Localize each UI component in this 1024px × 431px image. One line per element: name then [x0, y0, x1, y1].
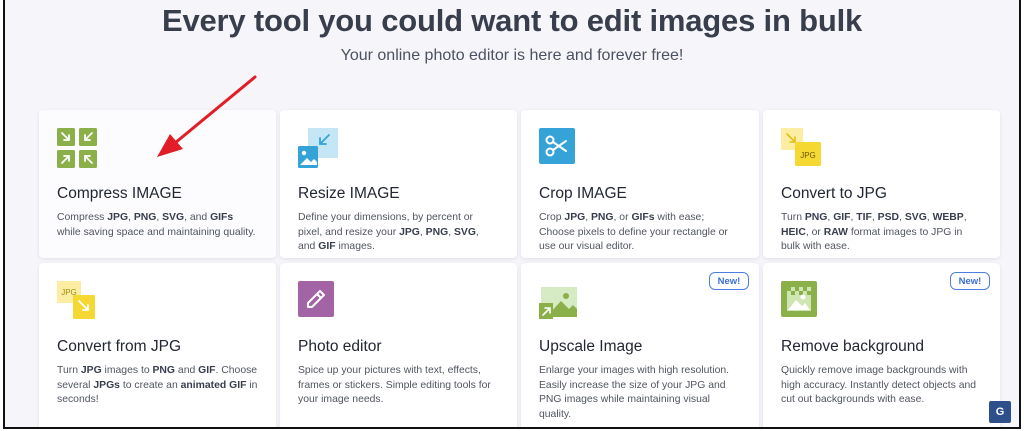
desc-text: Quickly remove image backgrounds with hi… — [781, 365, 977, 405]
card-title: Convert from JPG — [57, 338, 182, 355]
card-description: Quickly remove image backgrounds with hi… — [781, 364, 982, 408]
desc-text: Turn — [57, 365, 81, 376]
format-keyword: PSD — [877, 212, 900, 223]
new-badge: New! — [709, 272, 749, 290]
card-description: Define your dimensions, by percent or pi… — [298, 211, 499, 255]
desc-text: , and — [184, 212, 211, 223]
watermark-logo: G — [989, 401, 1011, 423]
desc-text: images to — [101, 365, 153, 376]
tool-card-remove-background[interactable]: New! Remove background Quickly remove im… — [763, 263, 1000, 427]
format-keyword: GIF — [198, 365, 216, 376]
format-keyword: PNG — [133, 212, 157, 223]
card-description: Turn JPG images to PNG and GIF. Choose s… — [57, 364, 258, 408]
format-keyword: JPG — [80, 365, 102, 376]
remove-background-icon — [781, 281, 817, 317]
format-keyword: TIF — [856, 212, 872, 223]
card-description: Crop JPG, PNG, or GIFs with ease; Choose… — [539, 211, 741, 255]
format-keyword: animated GIF — [180, 379, 247, 391]
tool-card-convert-to-jpg[interactable]: JPG Convert to JPG Turn PNG, GIF, TIF, P… — [763, 110, 1000, 258]
card-title: Remove background — [781, 338, 925, 355]
new-badge: New! — [950, 272, 990, 290]
format-keyword: JPG — [564, 212, 586, 223]
card-description: Spice up your pictures with text, effect… — [298, 364, 499, 408]
format-keyword: RAW — [823, 226, 848, 238]
format-keyword: PNG — [804, 212, 828, 223]
desc-text: Enlarge your images with high resolution… — [539, 365, 730, 420]
desc-text: Crop — [539, 212, 565, 223]
desc-text: , — [963, 212, 967, 223]
desc-text: while saving space and maintaining quali… — [57, 226, 256, 238]
desc-text: to create an — [119, 379, 181, 391]
pencil-icon — [298, 281, 334, 317]
tool-card-convert-from-jpg[interactable]: JPG Convert from JPG Turn JPG images to … — [39, 263, 276, 427]
page-subtitle: Your online photo editor is here and for… — [340, 47, 684, 64]
card-description: Turn PNG, GIF, TIF, PSD, SVG, WEBP, HEIC… — [781, 211, 982, 255]
desc-text: images. — [335, 241, 375, 252]
desc-text: , or — [805, 226, 824, 238]
card-title: Resize IMAGE — [298, 185, 400, 202]
format-keyword: HEIC — [781, 226, 806, 238]
format-keyword: GIFs — [210, 212, 234, 223]
card-description: Compress JPG, PNG, SVG, and GIFs while s… — [57, 211, 258, 240]
format-keyword: GIFs — [631, 212, 655, 223]
card-title: Upscale Image — [539, 338, 643, 355]
desc-text: , or — [613, 212, 632, 223]
format-keyword: GIF — [833, 212, 851, 223]
svg-text:JPG: JPG — [800, 151, 816, 160]
desc-text: Turn — [781, 212, 805, 223]
tool-card-upscale[interactable]: New! Upscale Image Enlarge your images w… — [521, 263, 759, 427]
format-keyword: WEBP — [932, 212, 964, 223]
page-title: Every tool you could want to edit images… — [161, 3, 863, 38]
desc-text: Spice up your pictures with text, effect… — [298, 365, 491, 405]
resize-icon — [298, 128, 338, 168]
format-keyword: SVG — [904, 212, 927, 223]
format-keyword: PNG — [152, 365, 176, 376]
desc-text: Compress — [57, 212, 108, 223]
desc-text: and — [175, 365, 199, 376]
format-keyword: SVG — [453, 226, 476, 238]
format-keyword: JPG — [399, 226, 420, 238]
page-frame: Every tool you could want to edit images… — [3, 0, 1021, 429]
compress-icon — [57, 128, 97, 168]
format-keyword: JPG — [107, 212, 129, 223]
annotation-arrow — [157, 75, 257, 157]
card-title: Convert to JPG — [781, 185, 887, 202]
card-title: Photo editor — [298, 338, 382, 355]
card-title: Compress IMAGE — [57, 185, 182, 202]
tool-card-photo-editor[interactable]: Photo editor Spice up your pictures with… — [280, 263, 517, 427]
scissors-icon — [539, 128, 575, 164]
format-keyword: SVG — [162, 212, 185, 223]
format-keyword: PNG — [425, 226, 449, 238]
format-keyword: GIF — [318, 241, 336, 252]
card-description: Enlarge your images with high resolution… — [539, 364, 741, 422]
tool-card-crop[interactable]: Crop IMAGE Crop JPG, PNG, or GIFs with e… — [521, 110, 759, 258]
tool-card-resize[interactable]: Resize IMAGE Define your dimensions, by … — [280, 110, 517, 258]
upscale-icon — [539, 287, 577, 319]
card-title: Crop IMAGE — [539, 185, 627, 202]
format-keyword: JPGs — [93, 379, 120, 391]
convert-to-jpg-icon: JPG — [781, 128, 821, 166]
convert-from-jpg-icon: JPG — [57, 281, 95, 319]
format-keyword: PNG — [591, 212, 614, 223]
